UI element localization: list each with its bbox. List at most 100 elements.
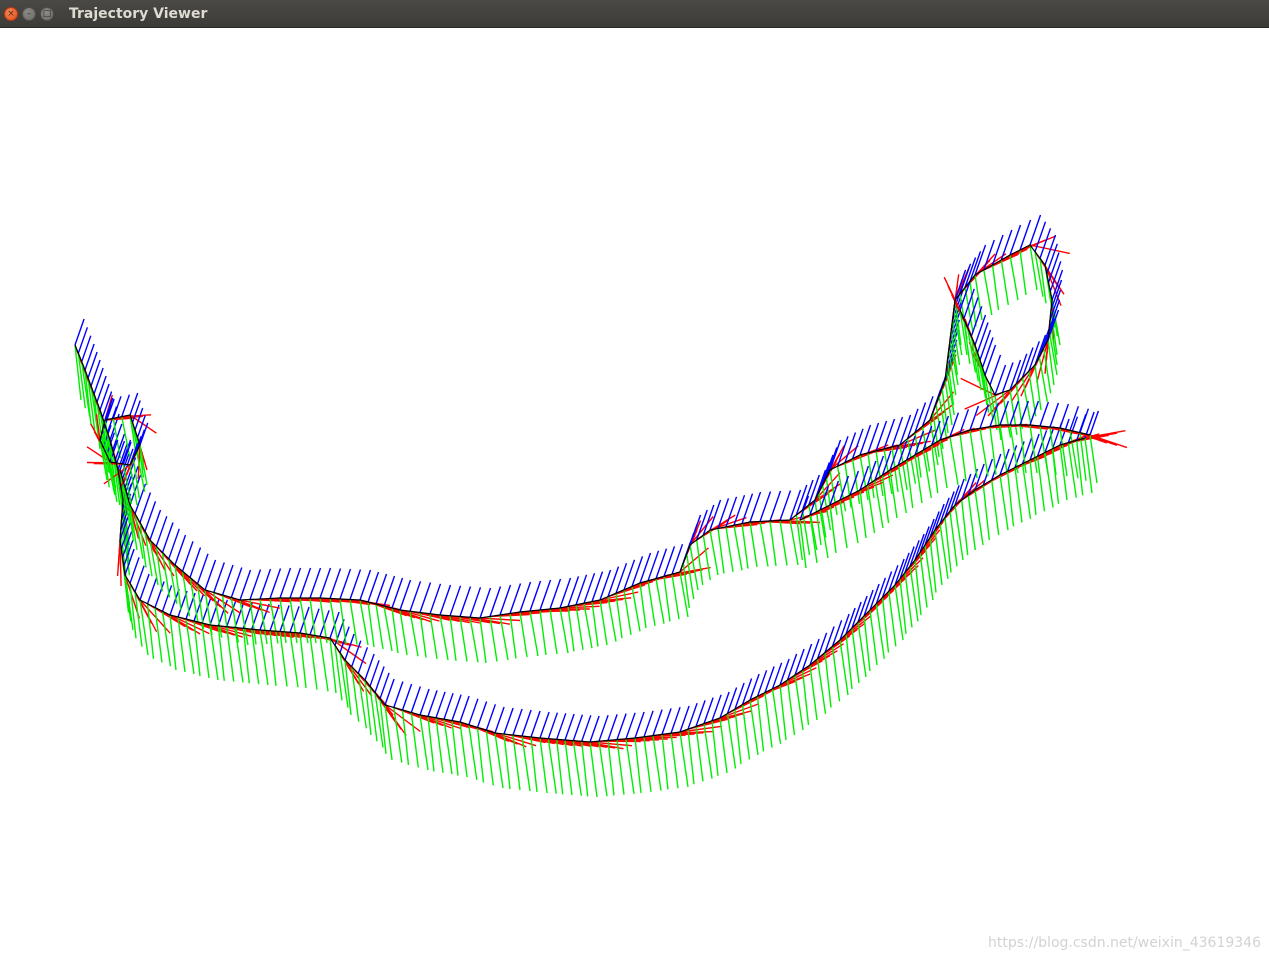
z-axis-segment — [969, 405, 980, 431]
y-axis-segment — [759, 521, 769, 567]
y-axis-segment — [634, 737, 642, 794]
y-axis-segment — [888, 591, 897, 647]
z-axis-segment — [759, 491, 772, 522]
z-axis-segment — [384, 678, 395, 706]
y-axis-segment — [299, 632, 307, 689]
y-axis-segment — [831, 646, 841, 702]
y-axis-segment — [1029, 459, 1037, 516]
y-axis-segment — [583, 603, 593, 649]
z-axis-segment — [146, 577, 158, 605]
z-axis-segment — [1079, 408, 1090, 433]
z-axis-segment — [670, 706, 681, 734]
y-axis-segment — [439, 614, 449, 661]
y-axis-segment — [652, 735, 662, 791]
z-axis-segment — [379, 672, 390, 700]
z-axis-segment — [174, 534, 187, 566]
z-axis-segment — [155, 516, 168, 547]
maximize-icon[interactable]: □ — [40, 7, 54, 21]
z-axis-segment — [344, 633, 355, 661]
y-axis-segment — [154, 607, 163, 663]
z-axis-segment — [367, 571, 380, 603]
y-axis-segment — [974, 489, 984, 546]
y-axis-segment — [1069, 430, 1079, 479]
y-axis-segment — [1006, 471, 1015, 527]
z-axis-segment — [289, 567, 302, 599]
y-axis-segment — [1009, 254, 1019, 301]
y-axis-segment — [1036, 456, 1046, 512]
z-axis-segment — [547, 712, 559, 739]
z-axis-segment — [459, 586, 472, 617]
y-axis-segment — [339, 598, 347, 645]
z-axis-segment — [221, 564, 234, 596]
y-axis-segment — [607, 596, 617, 642]
y-axis-segment — [983, 269, 993, 316]
trajectory-canvas[interactable] — [0, 28, 1269, 961]
z-axis-segment — [161, 585, 173, 612]
z-axis-segment — [329, 568, 342, 599]
y-axis-segment — [801, 669, 810, 726]
z-axis-segment — [279, 567, 292, 599]
y-axis-segment — [435, 717, 444, 773]
y-axis-segment — [519, 611, 528, 658]
z-axis-segment — [196, 553, 209, 585]
y-axis-segment — [575, 604, 584, 650]
z-axis-segment — [339, 568, 352, 600]
z-axis-segment — [459, 695, 470, 723]
y-axis-segment — [112, 418, 121, 459]
y-axis-segment — [671, 574, 680, 620]
y-axis-segment — [939, 439, 948, 489]
z-axis-segment — [269, 568, 282, 599]
y-axis-segment — [954, 504, 964, 561]
title-bar[interactable]: × – □ Trajectory Viewer — [0, 0, 1269, 28]
y-axis-segment — [451, 720, 459, 776]
y-axis-segment — [969, 429, 978, 479]
y-axis-segment — [857, 621, 867, 678]
y-axis-segment — [845, 633, 853, 690]
y-axis-segment — [655, 578, 665, 624]
y-axis-segment — [696, 539, 704, 586]
z-axis-segment — [652, 709, 663, 736]
y-axis-segment — [931, 444, 939, 494]
z-axis-segment — [661, 708, 672, 735]
y-axis-segment — [726, 713, 737, 769]
y-axis-segment — [1039, 425, 1049, 475]
z-axis-segment — [539, 711, 550, 739]
z-axis-segment — [485, 704, 497, 731]
y-axis-segment — [717, 528, 725, 574]
y-axis-segment — [589, 741, 598, 798]
z-axis-segment — [625, 712, 636, 740]
z-axis-segment — [512, 708, 523, 736]
y-axis-segment — [824, 652, 832, 708]
y-axis-segment — [529, 610, 539, 657]
minimize-icon[interactable]: – — [22, 7, 36, 21]
y-axis-segment — [919, 552, 928, 608]
z-axis-segment — [319, 567, 332, 599]
y-axis-segment — [851, 627, 860, 684]
y-axis-segment — [1000, 259, 1009, 306]
z-axis-segment — [539, 579, 552, 611]
y-axis-segment — [549, 608, 558, 655]
y-axis-segment — [161, 611, 172, 667]
z-axis-segment — [598, 714, 609, 742]
close-icon[interactable]: × — [4, 7, 18, 21]
y-axis-segment — [393, 707, 403, 763]
y-axis-segment — [863, 615, 871, 672]
z-axis-segment — [364, 653, 375, 681]
z-axis-segment — [479, 587, 492, 619]
y-axis-segment — [670, 733, 679, 789]
z-axis-segment — [299, 567, 312, 599]
y-axis-segment — [1019, 249, 1027, 296]
y-axis-segment — [719, 717, 728, 774]
y-axis-segment — [399, 609, 408, 656]
window-title: Trajectory Viewer — [69, 6, 208, 22]
z-axis-segment — [494, 706, 505, 734]
z-axis-segment — [468, 698, 479, 726]
y-axis-segment — [711, 720, 719, 776]
y-axis-segment — [725, 526, 734, 572]
z-axis-segment — [634, 711, 645, 739]
y-axis-segment — [572, 740, 582, 796]
trajectory-viewport[interactable]: https://blog.csdn.net/weixin_43619346 — [0, 28, 1269, 961]
z-axis-segment — [393, 681, 404, 708]
y-axis-segment — [639, 582, 647, 629]
y-axis-segment — [663, 576, 671, 622]
